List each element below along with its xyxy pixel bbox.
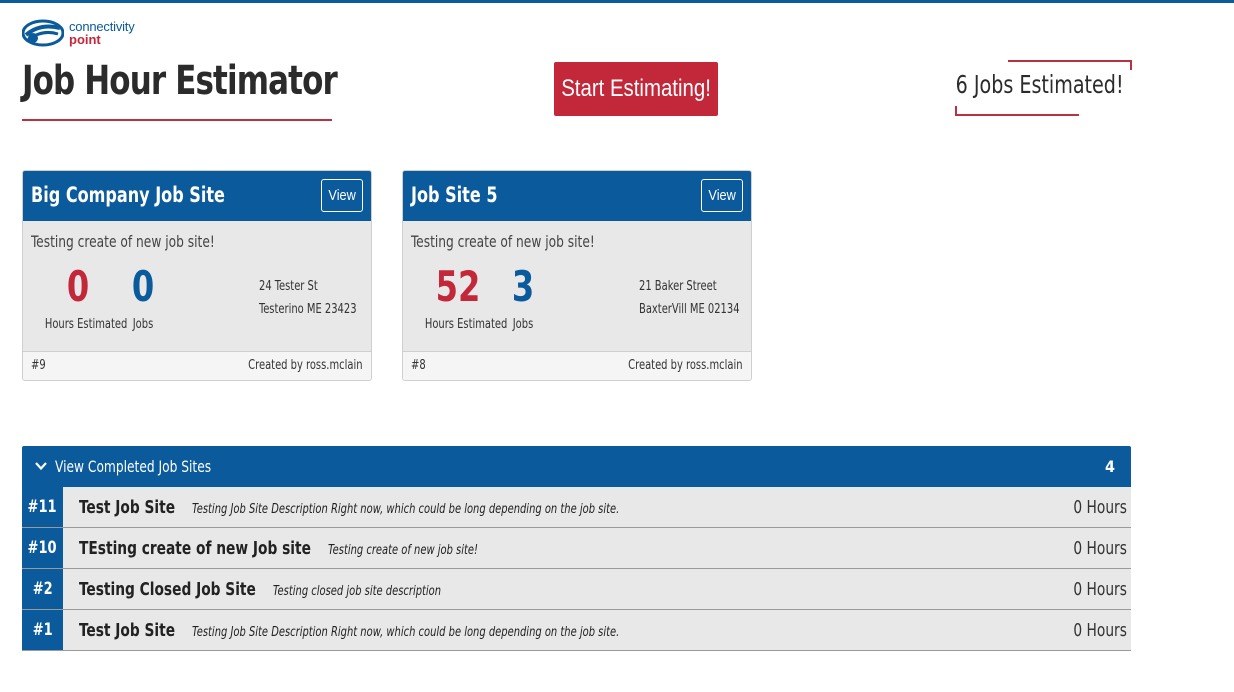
card-footer: #8 Created by ross.mclain bbox=[403, 351, 751, 380]
card-id: #9 bbox=[31, 358, 46, 373]
jobs-stat: 3 Jobs bbox=[503, 261, 543, 332]
row-id: #2 bbox=[22, 569, 63, 609]
completed-job-sites-toggle[interactable]: View Completed Job Sites 4 bbox=[22, 446, 1131, 487]
card-body: Testing create of new job site! 52 Hours… bbox=[403, 221, 751, 352]
view-button[interactable]: View bbox=[321, 179, 363, 212]
card-title: Job Site 5 bbox=[411, 183, 498, 207]
jobs-value: 3 bbox=[511, 262, 535, 311]
address: 24 Tester St Testerino ME 23423 bbox=[259, 275, 357, 321]
hours-label: Hours Estimated bbox=[424, 317, 508, 332]
row-description: Testing create of new job site! bbox=[327, 543, 479, 558]
view-button-label: View bbox=[328, 187, 356, 204]
row-id: #11 bbox=[22, 487, 63, 527]
row-name-text: TEsting create of new Job site bbox=[79, 538, 311, 559]
address-line-1: 24 Tester St bbox=[259, 279, 318, 294]
row-id-text: #11 bbox=[27, 497, 57, 517]
counter-bracket-bottom bbox=[955, 106, 1079, 116]
completed-count-badge: 4 bbox=[1104, 457, 1115, 476]
hours-label: Hours Estimated bbox=[44, 317, 128, 332]
logo-text-point: point bbox=[69, 32, 101, 47]
card-id: #8 bbox=[411, 358, 426, 373]
row-name: Test Job Site Testing Job Site Descriptio… bbox=[79, 497, 619, 518]
hours-value: 0 bbox=[66, 262, 90, 311]
completed-job-site-row[interactable]: #2 Testing Closed Job Site Testing closed… bbox=[22, 569, 1131, 610]
job-site-card: Big Company Job Site View Testing create… bbox=[22, 170, 372, 381]
row-description: Testing closed job site description bbox=[272, 584, 442, 599]
chevron-down-icon bbox=[35, 462, 47, 471]
address-line-2: Testerino ME 23423 bbox=[259, 302, 357, 317]
top-accent-line bbox=[0, 0, 1234, 3]
hours-value: 52 bbox=[435, 262, 481, 311]
row-name-text: Testing Closed Job Site bbox=[79, 579, 256, 600]
start-estimating-label: Start Estimating! bbox=[561, 75, 711, 102]
row-id-text: #10 bbox=[27, 538, 57, 558]
row-id-text: #1 bbox=[32, 620, 53, 640]
view-button[interactable]: View bbox=[701, 179, 743, 212]
row-description: Testing Job Site Description Right now, … bbox=[192, 502, 620, 517]
jobs-stat: 0 Jobs bbox=[123, 261, 163, 332]
row-id: #1 bbox=[22, 610, 63, 650]
jobs-value: 0 bbox=[131, 262, 155, 311]
jobs-label: Jobs bbox=[132, 317, 154, 332]
company-logo[interactable]: connectivity point bbox=[22, 17, 162, 49]
card-title: Big Company Job Site bbox=[31, 183, 225, 207]
row-name-text: Test Job Site bbox=[79, 620, 176, 641]
address-line-1: 21 Baker Street bbox=[639, 279, 717, 294]
row-hours: 0 Hours bbox=[1073, 620, 1127, 641]
jobs-label: Jobs bbox=[512, 317, 534, 332]
card-footer: #9 Created by ross.mclain bbox=[23, 351, 371, 380]
row-id-text: #2 bbox=[32, 579, 53, 599]
jobs-estimated-counter: 6 Jobs Estimated! bbox=[955, 60, 1132, 117]
completed-job-site-row[interactable]: #10 TEsting create of new Job site Testin… bbox=[22, 528, 1131, 569]
jobs-estimated-text: 6 Jobs Estimated! bbox=[956, 70, 1124, 99]
row-hours: 0 Hours bbox=[1073, 497, 1127, 518]
start-estimating-button[interactable]: Start Estimating! bbox=[554, 62, 718, 116]
counter-bracket-top bbox=[1008, 60, 1132, 70]
completed-job-site-row[interactable]: #11 Test Job Site Testing Job Site Descri… bbox=[22, 487, 1131, 528]
hours-stat: 0 Hours Estimated bbox=[39, 261, 128, 332]
row-id: #10 bbox=[22, 528, 63, 568]
view-button-label: View bbox=[708, 187, 736, 204]
card-body: Testing create of new job site! 0 Hours … bbox=[23, 221, 371, 352]
job-site-card: Job Site 5 View Testing create of new jo… bbox=[402, 170, 752, 381]
connectivity-point-logo-icon bbox=[22, 19, 64, 47]
card-description: Testing create of new job site! bbox=[411, 232, 595, 251]
card-description: Testing create of new job site! bbox=[31, 232, 215, 251]
row-hours: 0 Hours bbox=[1073, 579, 1127, 600]
row-name: Testing Closed Job Site Testing closed jo… bbox=[79, 579, 441, 600]
row-description: Testing Job Site Description Right now, … bbox=[192, 625, 620, 640]
completed-job-sites-title: View Completed Job Sites bbox=[55, 457, 212, 476]
title-underline bbox=[22, 119, 332, 121]
card-creator: Created by ross.mclain bbox=[248, 358, 363, 373]
row-name: Test Job Site Testing Job Site Descriptio… bbox=[79, 620, 619, 641]
page-title: Job Hour Estimator bbox=[22, 58, 338, 104]
card-creator: Created by ross.mclain bbox=[628, 358, 743, 373]
address: 21 Baker Street BaxterVill ME 02134 bbox=[639, 275, 740, 321]
card-header: Job Site 5 View bbox=[403, 171, 751, 221]
card-header: Big Company Job Site View bbox=[23, 171, 371, 221]
row-name: TEsting create of new Job site Testing cr… bbox=[79, 538, 478, 559]
row-name-text: Test Job Site bbox=[79, 497, 176, 518]
address-line-2: BaxterVill ME 02134 bbox=[639, 302, 740, 317]
completed-job-sites-panel: View Completed Job Sites 4 #11 Test Job … bbox=[22, 446, 1131, 651]
hours-stat: 52 Hours Estimated bbox=[419, 261, 508, 332]
completed-job-site-row[interactable]: #1 Test Job Site Testing Job Site Descrip… bbox=[22, 610, 1131, 651]
row-hours: 0 Hours bbox=[1073, 538, 1127, 559]
